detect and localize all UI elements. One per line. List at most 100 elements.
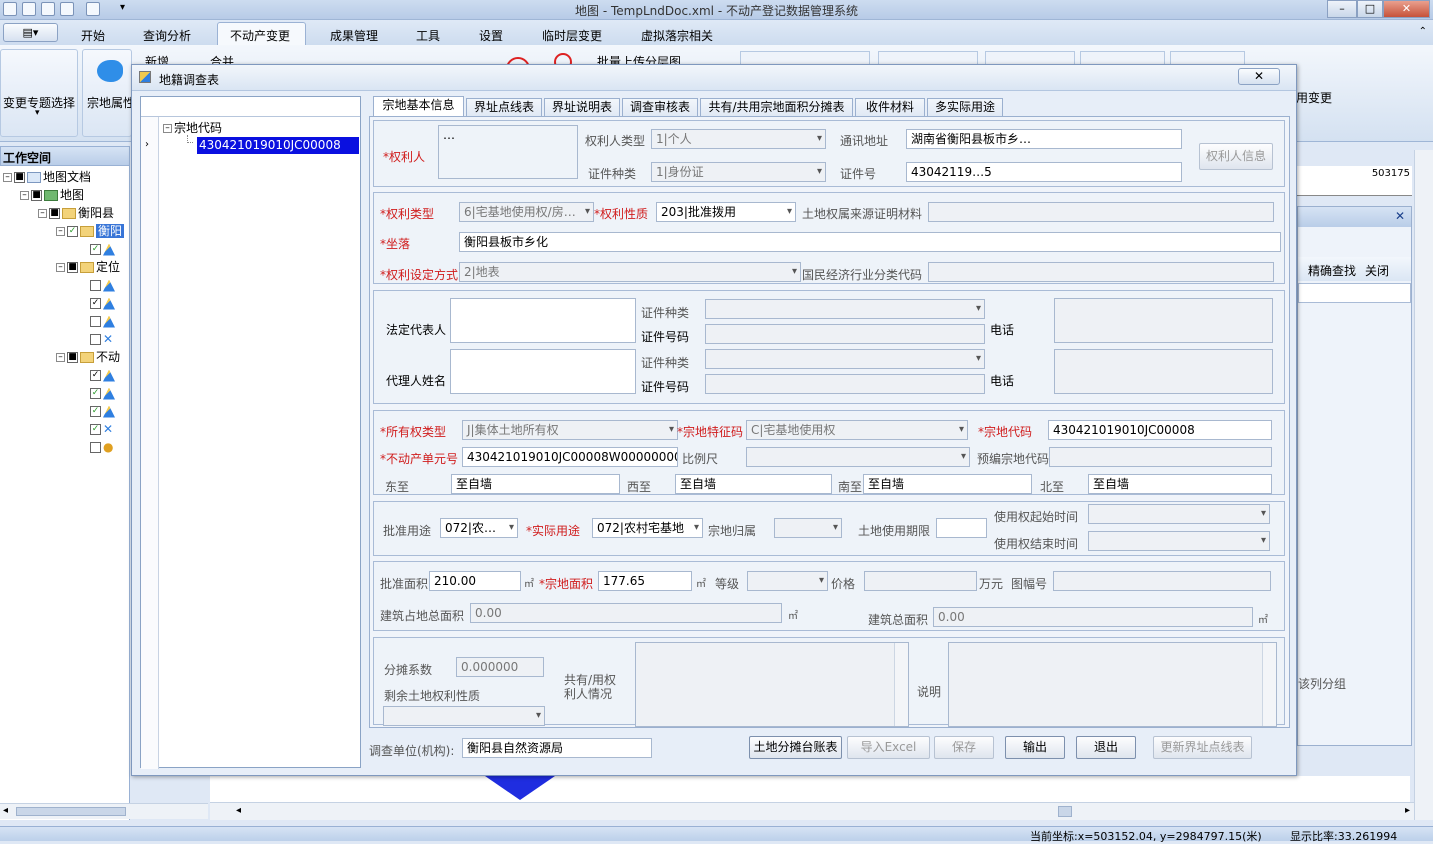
tab-boundary-points[interactable]: 界址点线表 — [466, 98, 542, 117]
id-no-field[interactable]: 43042119…5 — [906, 162, 1182, 182]
tree-leaf-6[interactable]: ✓ — [90, 367, 117, 384]
menu-start[interactable]: 开始 — [81, 27, 105, 44]
north-field[interactable]: 至自墙 — [1088, 474, 1272, 494]
dock-close-button[interactable]: 关闭 — [1365, 262, 1389, 279]
save-button[interactable]: 保存 — [934, 736, 994, 759]
scroll-thumb[interactable] — [16, 807, 126, 816]
owner-field[interactable]: … — [438, 125, 578, 179]
tree-leaf-5[interactable]: ✕ — [90, 331, 113, 348]
tab-materials[interactable]: 收件材料 — [855, 98, 925, 117]
checkbox-icon[interactable]: ■ — [67, 352, 78, 363]
tree-node-locate[interactable]: – ■ 定位 — [56, 259, 120, 276]
agent-field[interactable] — [450, 349, 636, 394]
group-by-column[interactable]: 该列分组 — [1298, 675, 1346, 692]
close-window-button[interactable]: ✕ — [1383, 0, 1430, 18]
agent-phone-field[interactable] — [1054, 349, 1273, 394]
checkbox-icon[interactable]: ✓ — [90, 370, 101, 381]
dialog-close-button[interactable]: ✕ — [1238, 68, 1280, 85]
ledger-button[interactable]: 土地分摊台账表 — [749, 736, 842, 759]
collapse-icon[interactable]: – — [38, 209, 47, 218]
checkbox-icon[interactable]: ✓ — [90, 388, 101, 399]
checkbox-icon[interactable]: ■ — [67, 262, 78, 273]
right-type-select[interactable]: 6|宅基地使用权/房… — [459, 202, 594, 222]
menu-tools[interactable]: 工具 — [416, 27, 440, 44]
note-vscroll[interactable] — [1262, 643, 1276, 726]
location-field[interactable]: 衡阳县板市乡化 — [459, 232, 1281, 252]
unit-field[interactable]: 430421019010JC00008W00000000 — [462, 447, 678, 467]
belong-select[interactable] — [774, 518, 842, 538]
dock-input[interactable] — [1298, 283, 1411, 303]
collapse-icon[interactable]: – — [56, 227, 65, 236]
agent-id-no-field[interactable] — [705, 374, 985, 394]
scroll-thumb[interactable] — [1058, 806, 1072, 817]
end-time-select[interactable] — [1088, 531, 1270, 551]
collapse-icon[interactable]: – — [3, 173, 12, 182]
legal-rep-field[interactable] — [450, 298, 636, 343]
tree-node-doc[interactable]: – ■ 地图文档 — [3, 169, 91, 186]
maximize-button[interactable]: □ — [1357, 0, 1383, 18]
start-time-select[interactable] — [1088, 504, 1270, 524]
checkbox-icon[interactable] — [90, 334, 101, 345]
build-land-field[interactable]: 0.00 — [470, 603, 782, 623]
owner-type-select[interactable]: 1|个人 — [651, 129, 826, 149]
tree-node-hengyang[interactable]: – ✓ 衡阳 — [56, 223, 125, 240]
main-vscroll[interactable] — [1414, 150, 1433, 820]
agent-id-type-select[interactable] — [705, 349, 985, 369]
tree-node-realestate[interactable]: – ■ 不动 — [56, 349, 120, 366]
legal-phone-field[interactable] — [1054, 298, 1273, 343]
collapse-icon[interactable]: – — [56, 263, 65, 272]
output-button[interactable]: 输出 — [1005, 736, 1065, 759]
checkbox-icon[interactable]: ✓ — [90, 298, 101, 309]
remain-select[interactable] — [383, 706, 545, 726]
checkbox-icon[interactable] — [90, 442, 101, 453]
menu-query[interactable]: 查询分析 — [143, 27, 191, 44]
exit-button[interactable]: 退出 — [1076, 736, 1136, 759]
dock-close-icon[interactable]: ✕ — [1395, 209, 1405, 223]
menu-virtual[interactable]: 虚拟落宗相关 — [641, 27, 713, 44]
price-field[interactable] — [864, 571, 977, 591]
app-menu-button[interactable]: ▤▾ — [3, 23, 58, 42]
source-field[interactable] — [928, 202, 1274, 222]
actual-use-select[interactable]: 072|农村宅基地 — [592, 518, 703, 538]
owner-info-button[interactable]: 权利人信息 — [1199, 143, 1273, 170]
collapse-icon[interactable]: – — [56, 353, 65, 362]
own-type-select[interactable]: J|集体土地所有权 — [462, 420, 678, 440]
approved-use-select[interactable]: 072|农… — [440, 518, 518, 538]
tree-node-county[interactable]: – ■ 衡阳县 — [38, 205, 114, 222]
exact-find-button[interactable]: 精确查找 — [1308, 262, 1356, 279]
tree-child-selected[interactable]: 430421019010JC00008 — [197, 137, 359, 154]
right-nature-select[interactable]: 203|批准拨用 — [656, 202, 796, 222]
update-boundary-button[interactable]: 更新界址点线表 — [1153, 736, 1252, 759]
tab-multi-use[interactable]: 多实际用途 — [927, 98, 1003, 117]
parcel-code-field[interactable]: 430421019010JC00008 — [1048, 420, 1272, 440]
tree-leaf-4[interactable] — [90, 313, 117, 330]
pre-code-field[interactable] — [1049, 447, 1272, 467]
approved-area-field[interactable]: 210.00 — [429, 571, 521, 591]
tab-basic-info[interactable]: 宗地基本信息 — [373, 96, 464, 117]
tree-leaf-8[interactable]: ✓ — [90, 403, 117, 420]
feature-select[interactable]: C|宅基地使用权 — [746, 420, 968, 440]
minimize-button[interactable]: – — [1327, 0, 1357, 18]
address-field[interactable]: 湖南省衡阳县板市乡… — [906, 129, 1182, 149]
menu-results[interactable]: 成果管理 — [330, 27, 378, 44]
legal-id-no-field[interactable] — [705, 324, 985, 344]
legal-id-type-select[interactable] — [705, 299, 985, 319]
tab-boundary-desc[interactable]: 界址说明表 — [544, 98, 620, 117]
tree-leaf-2[interactable] — [90, 277, 117, 294]
scale-select[interactable] — [746, 447, 970, 467]
checkbox-icon[interactable] — [90, 280, 101, 291]
joint-field[interactable] — [635, 642, 909, 727]
tree-leaf-3[interactable]: ✓ — [90, 295, 117, 312]
joint-vscroll[interactable] — [894, 643, 908, 726]
grade-select[interactable] — [747, 571, 828, 591]
parcel-attr-button[interactable]: 宗地属性 — [87, 94, 135, 111]
tab-shared-area[interactable]: 共有/共用宗地面积分摊表 — [700, 98, 853, 117]
coef-field[interactable]: 0.000000 — [456, 657, 544, 677]
tree-leaf-9[interactable]: ✓ ✕ — [90, 421, 113, 438]
survey-unit-field[interactable]: 衡阳县自然资源局 — [462, 738, 652, 758]
id-type-select[interactable]: 1|身份证 — [651, 162, 826, 182]
tab-audit[interactable]: 调查审核表 — [622, 98, 698, 117]
tree-leaf-10[interactable]: ● — [90, 439, 113, 456]
west-field[interactable]: 至自墙 — [675, 474, 832, 494]
tree-leaf-7[interactable]: ✓ — [90, 385, 117, 402]
